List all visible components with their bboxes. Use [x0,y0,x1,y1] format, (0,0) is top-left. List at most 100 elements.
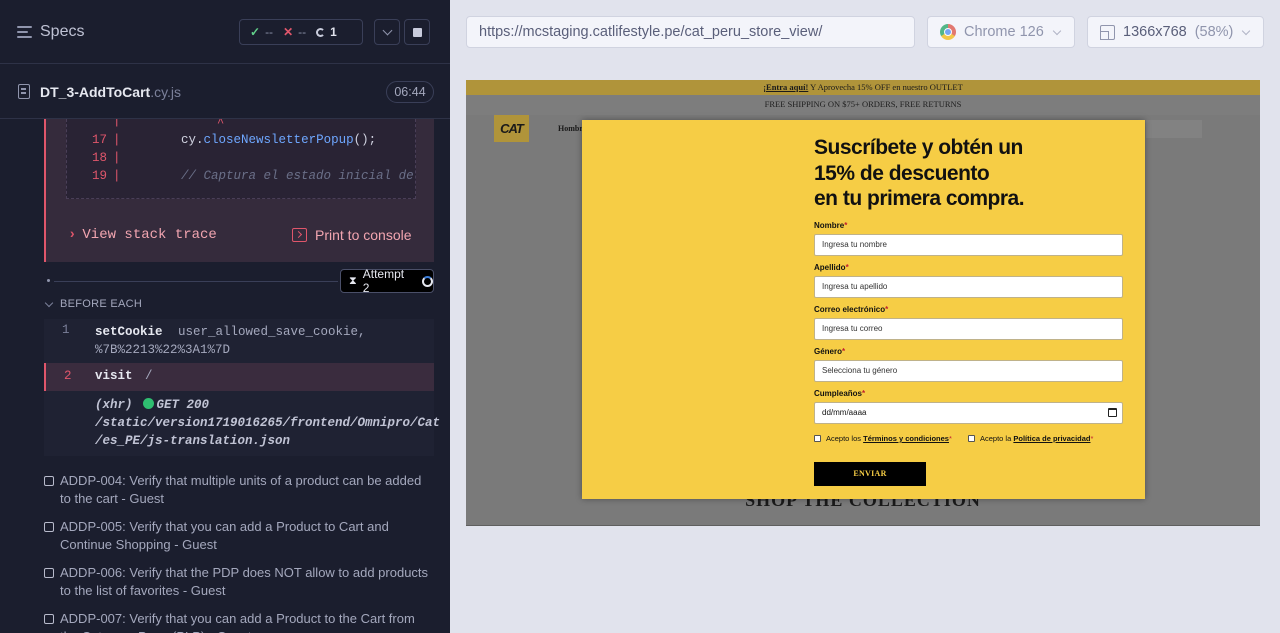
specs-title[interactable]: Specs [40,23,84,41]
genero-label: Género* [814,347,846,356]
newsletter-modal: Suscríbete y obtén un 15% de descuento e… [582,120,1145,499]
cumpleanos-date-input[interactable]: dd/mm/aaaa [814,402,1123,424]
spec-duration: 06:44 [386,81,434,103]
status-dot-icon [142,398,154,409]
test-title: ADDP-006: Verify that the PDP does NOT a… [60,565,429,598]
spec-file-ext: .cy.js [150,84,182,100]
terms-prefix: Acepto los [826,434,862,443]
running-spinner-icon [422,275,433,287]
view-stack-trace-button[interactable]: › View stack trace [68,227,217,243]
privacy-checkbox-row[interactable]: Acepto la Política de privacidad * [968,434,1093,443]
heading-line: 15% de descuento [814,161,990,185]
x-icon: ✕ [283,25,294,39]
viewport-icon [1099,24,1115,40]
error-block: ^ | 17 | cy.closeNewsletterPopup(); 18 | 1… [44,119,434,262]
spec-file-base: DT_3-AddToCart [40,84,151,100]
command-arg: user_allowed_save_cookie, [178,325,366,339]
test-pending-icon [44,614,54,624]
passed-stat: ✓ -- [250,25,273,39]
submit-button[interactable]: ENVIAR [814,462,926,486]
test-item[interactable]: ADDP-005: Verify that you can add a Prod… [44,518,434,554]
specs-list-icon[interactable] [17,26,32,39]
correo-label: Correo electrónico* [814,305,889,314]
app-viewport: ¡Entra aquí! Y Aprovecha 15% OFF en nues… [466,80,1260,526]
test-title: ADDP-007: Verify that you can add a Prod… [60,611,415,633]
collapse-button[interactable] [374,19,400,45]
before-each-hook[interactable]: BEFORE EACH [44,298,143,310]
test-item[interactable]: ADDP-004: Verify that multiple units of … [44,472,434,508]
test-title: ADDP-005: Verify that you can add a Prod… [60,519,389,552]
code-line: 17 | cy.closeNewsletterPopup(); [91,133,377,147]
stop-button[interactable] [404,19,430,45]
code-line-prev: | [113,119,121,128]
pending-count: 1 [330,25,337,39]
check-icon: ✓ [250,25,261,39]
xhr-url-cont: /es_PE/js-translation.json [95,434,291,448]
caret-marker: ^ [217,119,225,130]
pending-spinner-icon [316,27,326,37]
stop-icon [412,27,422,37]
viewport-size: 1366x768 [1123,24,1187,40]
chevron-down-icon [1052,26,1062,35]
chrome-icon [940,24,956,40]
aut-panel: https://mcstaging.catlifestyle.pe/cat_pe… [450,0,1280,633]
nombre-label: Nombre* [814,221,848,230]
print-console-label: Print to console [315,227,412,243]
pending-stat: 1 [316,25,337,39]
header-search-bar[interactable] [1146,120,1202,138]
promo-banner: ¡Entra aquí! Y Aprovecha 15% OFF en nues… [466,80,1260,95]
hook-label: BEFORE EACH [60,298,143,310]
terms-link[interactable]: Términos y condiciones [863,434,949,443]
spec-file-name[interactable]: DT_3-AddToCart.cy.js [40,84,181,100]
nombre-input[interactable]: Ingresa tu nombre [814,234,1123,256]
calendar-icon[interactable] [1108,408,1117,417]
command-name: setCookie [95,325,163,339]
chevron-down-icon [44,298,54,307]
url-bar[interactable]: https://mcstaging.catlifestyle.pe/cat_pe… [466,16,915,48]
xhr-status: GET 200 [156,398,210,412]
genero-select[interactable]: Selecciona tu género [814,360,1123,382]
chevron-down-icon [1242,26,1251,35]
attempt-badge[interactable]: ⧗ Attempt 2 [340,267,434,295]
viewport-scale: (58%) [1194,24,1234,40]
failed-stat: ✕ -- [283,25,306,39]
spec-file-header: DT_3-AddToCart.cy.js 06:44 [0,64,450,119]
command-arg-cont: %7B%2213%22%3A1%7D [95,343,231,357]
heading-line: en tu primera compra. [814,187,1025,210]
browser-label: Chrome 126 [964,24,1044,40]
correo-input[interactable]: Ingresa tu correo [814,318,1123,340]
apellido-input[interactable]: Ingresa tu apellido [814,276,1123,298]
document-icon [18,84,30,99]
browser-selector[interactable]: Chrome 126 [927,16,1075,48]
terms-checkbox-row[interactable]: Acepto los Términos y condiciones * [814,434,952,443]
test-pending-icon [44,522,54,532]
xhr-request[interactable]: (xhr) GET 200 [95,398,209,412]
viewport-selector[interactable]: 1366x768 (58%) [1087,16,1264,48]
attempt-label: Attempt 2 [362,267,405,295]
code-line: 19 | // Captura el estado inicial de [91,169,414,183]
privacy-checkbox[interactable] [968,435,975,442]
stack-trace-label: View stack trace [82,227,217,243]
test-item[interactable]: ADDP-007: Verify that you can add a Prod… [44,610,434,633]
test-pending-icon [44,568,54,578]
cat-logo[interactable]: CAT [494,115,529,142]
promo-link[interactable]: ¡Entra aquí! [763,82,808,92]
chevron-right-icon: › [68,227,77,243]
command-setcookie[interactable]: 1 setCookie user_allowed_save_cookie, %7… [44,323,434,363]
command-visit[interactable]: 2 visit / [44,363,434,391]
test-stats: ✓ -- ✕ -- 1 [239,19,363,45]
command-number: 2 [64,369,72,383]
nav-item-hombre[interactable]: Hombr [558,124,583,133]
test-title: ADDP-004: Verify that multiple units of … [60,473,422,506]
promo-text: Y Aprovecha 15% OFF en nuestro OUTLET [808,82,963,92]
test-item[interactable]: ADDP-006: Verify that the PDP does NOT a… [44,564,434,600]
test-pending-icon [44,476,54,486]
failed-count: -- [298,25,307,39]
cumpleanos-label: Cumpleaños* [814,389,866,398]
terms-checkbox[interactable] [814,435,821,442]
chevron-down-icon [382,25,392,35]
modal-heading: Suscríbete y obtén un 15% de descuento e… [814,135,1025,212]
date-placeholder: dd/mm/aaaa [822,408,867,417]
privacy-link[interactable]: Política de privacidad [1013,434,1090,443]
print-to-console-button[interactable]: Print to console [292,227,412,243]
